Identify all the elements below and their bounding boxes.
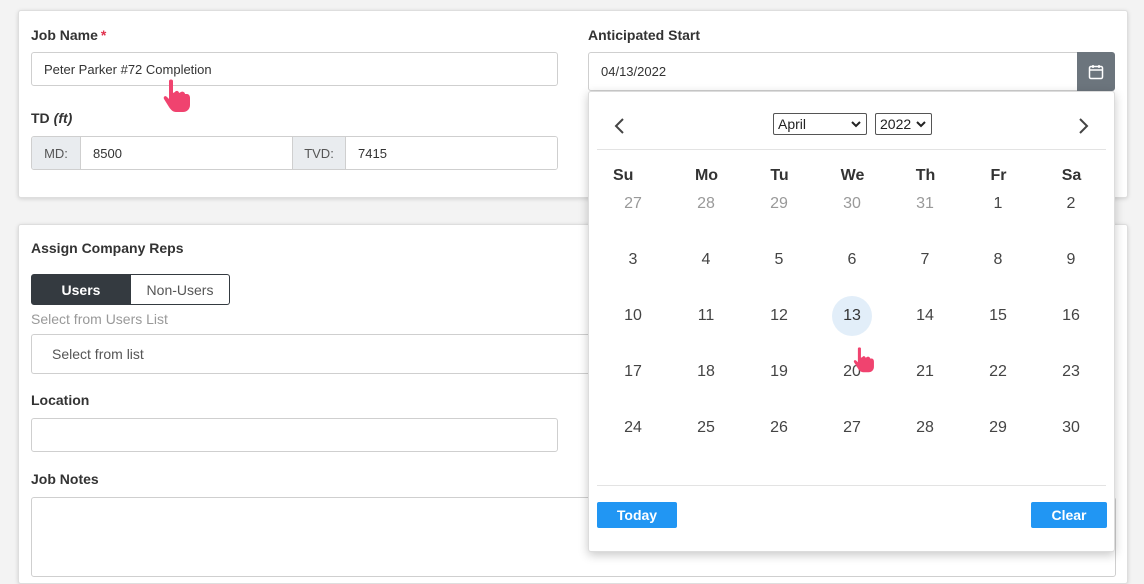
tvd-input[interactable]: 7415 [346, 137, 557, 169]
calendar-button[interactable] [1077, 52, 1115, 91]
datepicker-popup: April 2022 Su Mo Tu We Th Fr Sa 27 28 29 30 31 1 2 3 4… [588, 91, 1115, 552]
clear-button[interactable]: Clear [1031, 502, 1107, 528]
calendar-day[interactable]: 10 [613, 296, 653, 336]
hand-cursor-icon [163, 79, 190, 112]
today-button[interactable]: Today [597, 502, 677, 528]
calendar-day[interactable]: 25 [686, 408, 726, 448]
year-select[interactable]: 2022 [875, 113, 932, 135]
calendar-day[interactable]: 6 [832, 240, 872, 280]
calendar-day[interactable]: 9 [1051, 240, 1091, 280]
td-input-group: MD: 8500 TVD: 7415 [31, 136, 558, 170]
chevron-left-icon [614, 118, 624, 134]
chevron-down-icon [851, 121, 861, 128]
company-reps-select[interactable]: Select from list [31, 334, 601, 374]
anticipated-start-value: 04/13/2022 [601, 64, 667, 79]
job-notes-label: Job Notes [31, 471, 99, 487]
weekday-mo: Mo [694, 167, 719, 184]
calendar-day[interactable]: 21 [905, 352, 945, 392]
calendar-day[interactable]: 8 [978, 240, 1018, 280]
calendar-day[interactable]: 12 [759, 296, 799, 336]
calendar-day[interactable]: 27 [832, 408, 872, 448]
calendar-day[interactable]: 11 [686, 296, 726, 336]
calendar-day[interactable]: 4 [686, 240, 726, 280]
month-select[interactable]: April [773, 113, 867, 135]
tab-users[interactable]: Users [31, 274, 131, 305]
td-unit: (ft) [53, 110, 73, 126]
job-name-value: Peter Parker #72 Completion [44, 61, 212, 77]
users-help-text: Select from Users List [31, 311, 168, 327]
required-mark: * [100, 27, 107, 43]
divider [597, 149, 1106, 150]
md-input[interactable]: 8500 [81, 137, 292, 169]
calendar-day[interactable]: 30 [1051, 408, 1091, 448]
company-reps-label: Assign Company Reps [31, 240, 184, 256]
calendar-day[interactable]: 31 [905, 184, 945, 224]
hand-cursor-icon [853, 347, 874, 373]
calendar-day[interactable]: 5 [759, 240, 799, 280]
select-placeholder: Select from list [52, 346, 144, 362]
calendar-day[interactable]: 30 [832, 184, 872, 224]
weekday-we: We [840, 167, 865, 184]
calendar-day[interactable]: 3 [613, 240, 653, 280]
calendar-icon [1088, 64, 1104, 79]
tvd-addon: TVD: [292, 137, 346, 169]
year-value: 2022 [880, 116, 912, 132]
calendar-day[interactable]: 17 [613, 352, 653, 392]
calendar-day[interactable]: 27 [613, 184, 653, 224]
calendar-day[interactable]: 23 [1051, 352, 1091, 392]
anticipated-start-input[interactable]: 04/13/2022 [588, 52, 1078, 91]
next-month-button[interactable] [1073, 114, 1093, 138]
chevron-down-icon [916, 121, 926, 128]
weekday-th: Th [915, 167, 936, 184]
weekday-fr: Fr [990, 167, 1007, 184]
calendar-day[interactable]: 1 [978, 184, 1018, 224]
divider [597, 485, 1106, 486]
job-name-input[interactable]: Peter Parker #72 Completion [31, 52, 558, 86]
anticipated-start-label: Anticipated Start [588, 27, 701, 43]
calendar-day[interactable]: 29 [978, 408, 1018, 448]
calendar-day[interactable]: 16 [1051, 296, 1091, 336]
td-label: TD (ft) [31, 110, 73, 126]
location-input[interactable] [31, 418, 558, 452]
weekday-sa: Sa [1061, 167, 1082, 184]
calendar-day[interactable]: 22 [978, 352, 1018, 392]
job-name-label: Job Name * [31, 27, 107, 43]
calendar-day[interactable]: 28 [686, 184, 726, 224]
calendar-day[interactable]: 19 [759, 352, 799, 392]
calendar-day[interactable]: 24 [613, 408, 653, 448]
tab-non-users[interactable]: Non-Users [131, 274, 230, 305]
weekday-su: Su [613, 167, 634, 184]
prev-month-button[interactable] [610, 114, 630, 138]
calendar-day[interactable]: 18 [686, 352, 726, 392]
calendar-day[interactable]: 2 [1051, 184, 1091, 224]
calendar-day[interactable]: 28 [905, 408, 945, 448]
chevron-right-icon [1079, 118, 1089, 134]
weekday-tu: Tu [770, 167, 789, 184]
calendar-day[interactable]: 14 [905, 296, 945, 336]
calendar-day[interactable]: 15 [978, 296, 1018, 336]
md-addon: MD: [32, 137, 81, 169]
calendar-day[interactable]: 26 [759, 408, 799, 448]
month-value: April [778, 116, 807, 132]
calendar-day-selected[interactable]: 13 [832, 296, 872, 336]
calendar-day[interactable]: 7 [905, 240, 945, 280]
location-label: Location [31, 392, 90, 408]
calendar-day[interactable]: 29 [759, 184, 799, 224]
